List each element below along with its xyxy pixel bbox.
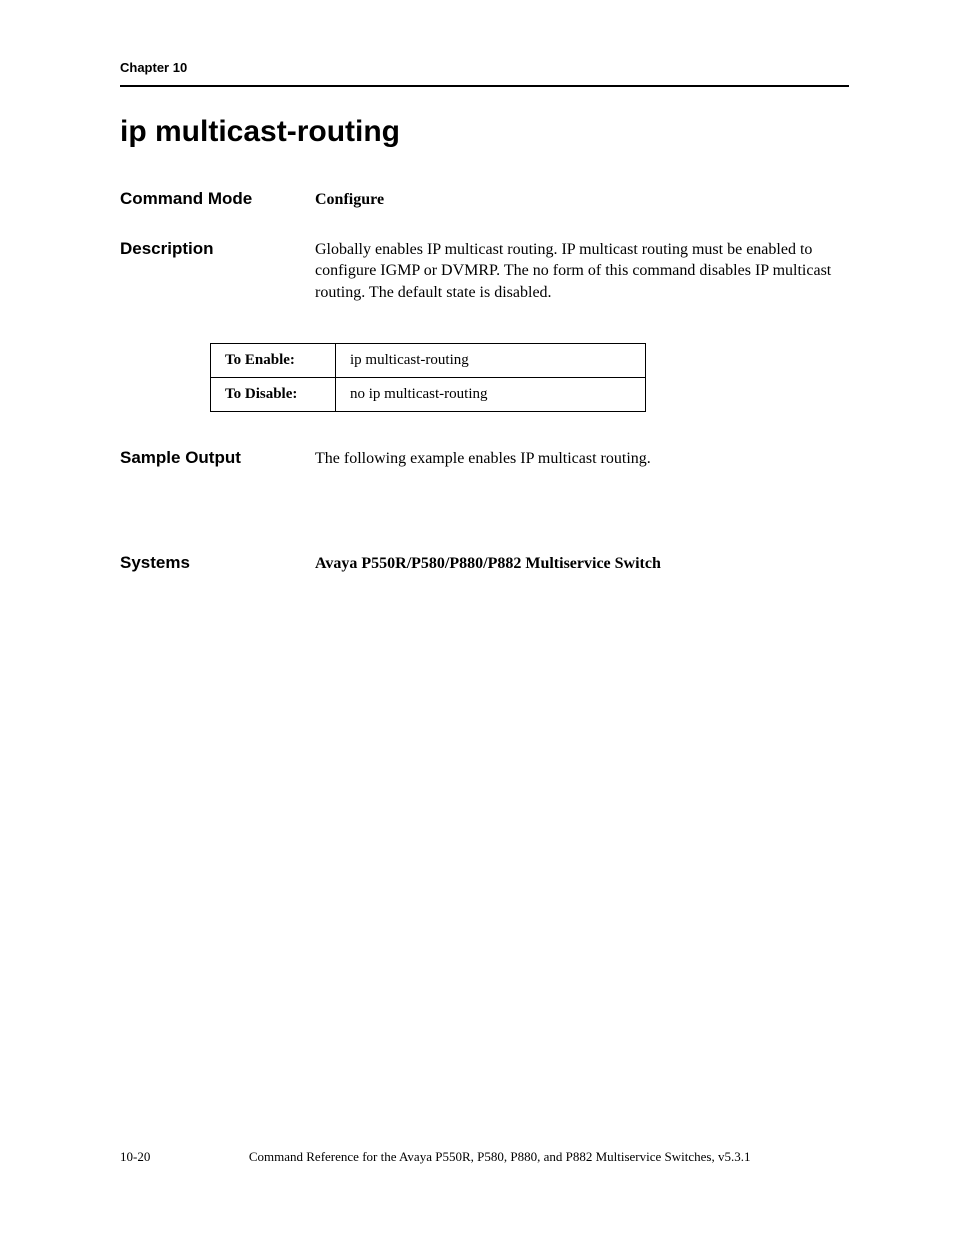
table-cell-value: ip multicast-routing [336, 344, 646, 378]
description-value: Globally enables IP multicast routing. I… [315, 239, 849, 304]
table-row: To Enable: ip multicast-routing [211, 344, 646, 378]
page-title: ip multicast-routing [120, 115, 849, 149]
footer-document-title: Command Reference for the Avaya P550R, P… [150, 1149, 849, 1165]
systems-label: Systems [120, 553, 315, 573]
page-footer: 10-20 Command Reference for the Avaya P5… [120, 1149, 849, 1165]
sample-output-label: Sample Output [120, 448, 315, 468]
section-sample-output: Sample Output The following example enab… [120, 448, 849, 470]
spacer [120, 498, 849, 553]
section-command-mode: Command Mode Configure [120, 189, 849, 211]
table-row: To Disable: no ip multicast-routing [211, 378, 646, 412]
chapter-label: Chapter 10 [120, 60, 849, 75]
page-content: Chapter 10 ip multicast-routing Command … [0, 0, 954, 575]
table-cell-label: To Disable: [211, 378, 336, 412]
section-systems: Systems Avaya P550R/P580/P880/P882 Multi… [120, 553, 849, 575]
section-description: Description Globally enables IP multicas… [120, 239, 849, 304]
systems-value: Avaya P550R/P580/P880/P882 Multiservice … [315, 553, 849, 575]
header-rule [120, 85, 849, 87]
table-cell-label: To Enable: [211, 344, 336, 378]
command-mode-value: Configure [315, 189, 849, 211]
footer-page-number: 10-20 [120, 1149, 150, 1165]
table-cell-value: no ip multicast-routing [336, 378, 646, 412]
page-header: Chapter 10 [120, 60, 849, 75]
description-label: Description [120, 239, 315, 259]
sample-output-value: The following example enables IP multica… [315, 448, 849, 470]
command-mode-label: Command Mode [120, 189, 315, 209]
enable-disable-table: To Enable: ip multicast-routing To Disab… [210, 343, 646, 412]
command-table: To Enable: ip multicast-routing To Disab… [210, 343, 849, 412]
